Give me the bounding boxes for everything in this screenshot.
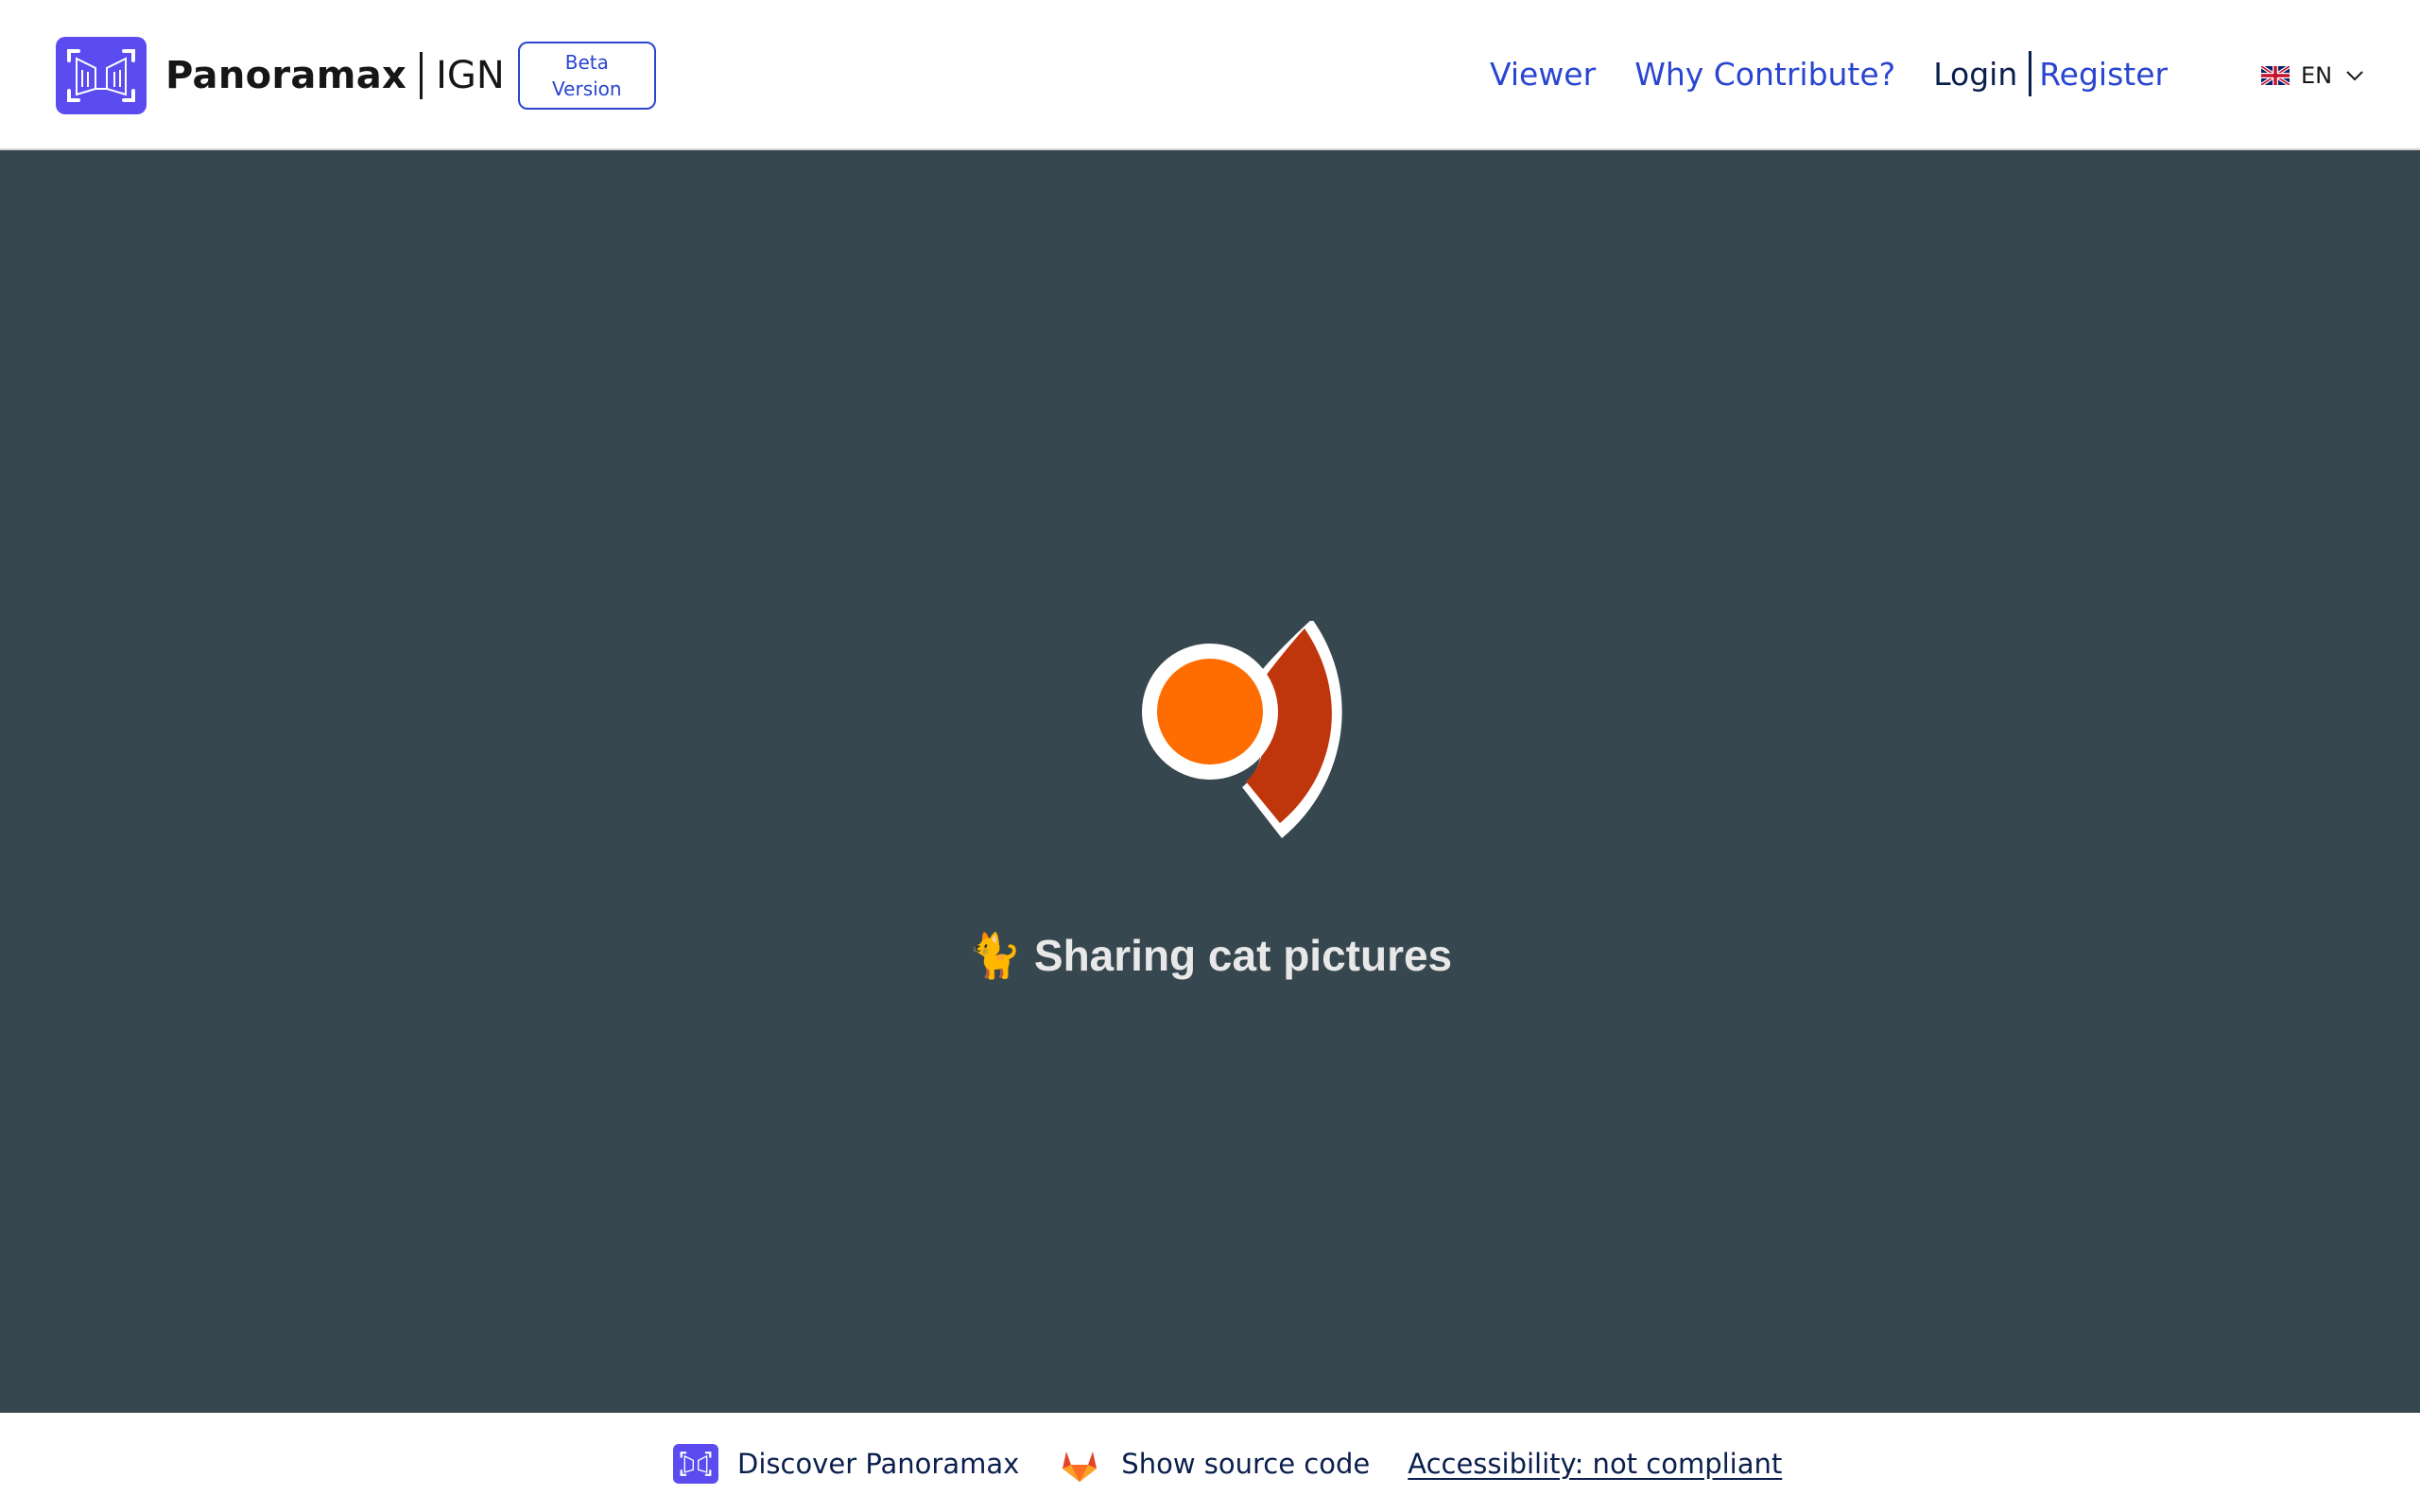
source-code-link[interactable]: Show source code xyxy=(1057,1444,1370,1484)
uk-flag-icon xyxy=(2261,66,2290,85)
discover-panoramax-link[interactable]: Discover Panoramax xyxy=(673,1444,1019,1484)
main-nav: Viewer Why Contribute? Login Register xyxy=(1490,49,2168,98)
brand-separator xyxy=(420,52,424,99)
brand[interactable]: Panoramax IGN Beta Version xyxy=(56,37,656,114)
site-footer: Discover Panoramax Show source code Acce… xyxy=(0,1413,2420,1512)
language-selector[interactable]: EN xyxy=(2261,59,2364,93)
chevron-down-icon xyxy=(2346,71,2363,81)
footer-links: Discover Panoramax Show source code Acce… xyxy=(673,1441,1782,1486)
login-register-separator xyxy=(2029,51,2032,96)
discover-panoramax-label: Discover Panoramax xyxy=(737,1448,1020,1480)
nav-why-contribute-link[interactable]: Why Contribute? xyxy=(1634,56,1895,93)
loading-message-text: Sharing cat pictures xyxy=(1033,931,1453,980)
nav-login-link[interactable]: Login xyxy=(1933,56,2017,93)
panoramax-loader-icon xyxy=(1142,621,1342,838)
cat-emoji-icon: 🐈 xyxy=(967,931,1023,980)
panoramax-logo-icon[interactable] xyxy=(56,37,147,114)
brand-organization[interactable]: IGN xyxy=(436,54,505,97)
panoramax-small-logo-icon xyxy=(673,1444,718,1484)
accessibility-link[interactable]: Accessibility: not compliant xyxy=(1408,1448,1782,1480)
language-code: EN xyxy=(2301,62,2333,89)
loading-message: 🐈 Sharing cat pictures xyxy=(0,930,2420,982)
site-header: Panoramax IGN Beta Version Viewer Why Co… xyxy=(0,0,2420,150)
source-code-label: Show source code xyxy=(1121,1448,1371,1480)
beta-version-badge: Beta Version xyxy=(517,42,656,110)
beta-badge-line2: Version xyxy=(552,77,622,100)
gitlab-icon xyxy=(1063,1452,1098,1482)
nav-register-link[interactable]: Register xyxy=(2039,56,2168,93)
beta-badge-line1: Beta xyxy=(564,51,609,74)
viewer-loading-area: 🐈 Sharing cat pictures xyxy=(0,150,2420,1413)
nav-viewer-link[interactable]: Viewer xyxy=(1490,56,1596,93)
brand-name[interactable]: Panoramax xyxy=(165,54,406,97)
